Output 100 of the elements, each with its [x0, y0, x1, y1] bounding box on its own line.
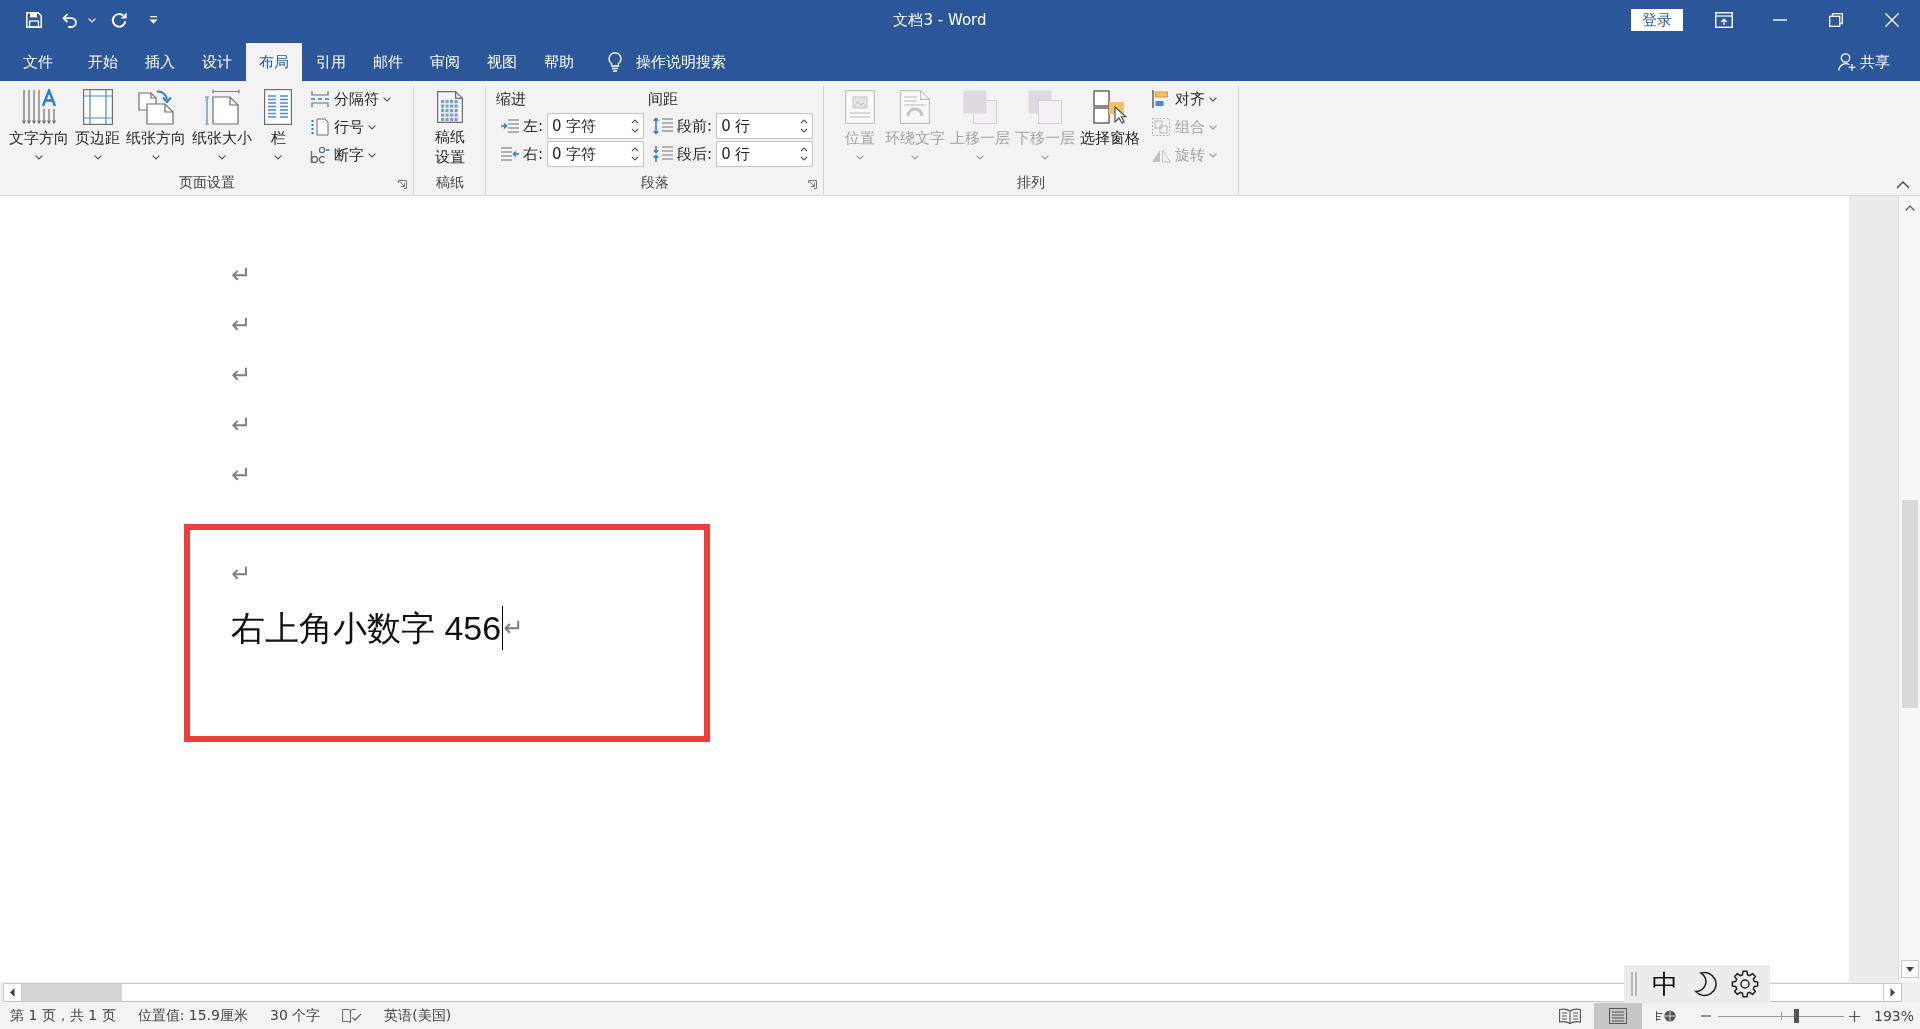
- caret-icon: [911, 155, 919, 160]
- grip-icon[interactable]: [1631, 972, 1637, 996]
- sign-in-button[interactable]: 登录: [1631, 9, 1683, 31]
- ribbon-tab[interactable]: 邮件: [360, 43, 416, 81]
- caret-icon: [1209, 152, 1217, 158]
- triangle-right-icon[interactable]: [1883, 983, 1902, 1002]
- input-mode-button[interactable]: 中: [1652, 969, 1678, 999]
- paragraph-mark: ↵: [231, 413, 252, 437]
- spin-arrows-icon[interactable]: [800, 117, 809, 135]
- section-heading: 缩进: [496, 89, 527, 110]
- page-arch-icon: [900, 90, 930, 124]
- triangle-left-icon[interactable]: [3, 983, 22, 1002]
- ribbon-tab[interactable]: 审阅: [417, 43, 473, 81]
- paragraph-mark: ↵: [231, 313, 252, 337]
- triangle-down-icon[interactable]: [1900, 960, 1919, 978]
- corner-arrow-icon[interactable]: [398, 180, 407, 189]
- book-check-icon[interactable]: [342, 1008, 363, 1024]
- pages-rotate-icon: [138, 89, 174, 125]
- spin-arrows-icon[interactable]: [800, 145, 809, 163]
- caret-icon: [274, 155, 282, 160]
- spin-arrows-icon[interactable]: [631, 117, 640, 135]
- chevron-up-icon[interactable]: [1904, 205, 1915, 211]
- caret-icon: [368, 124, 376, 130]
- ribbon-button[interactable]: 选择窗格: [1078, 86, 1142, 170]
- body-text: 右上角小数字 456: [231, 607, 502, 649]
- grid-document-icon: [436, 91, 463, 123]
- page-grid-icon: [82, 89, 113, 125]
- ribbon-button[interactable]: 纸张大小: [190, 86, 254, 170]
- tell-me-button[interactable]: 操作说明搜索: [608, 43, 726, 81]
- caret-icon: [1209, 96, 1217, 102]
- paragraph-mark: ↵: [503, 616, 524, 640]
- spacing-together-arrows-icon: [653, 145, 674, 163]
- numbered-page-icon: [311, 118, 329, 136]
- ribbon-tab[interactable]: 插入: [132, 43, 188, 81]
- caret-icon[interactable]: [88, 17, 96, 23]
- chevron-up-icon[interactable]: [1896, 181, 1910, 189]
- ribbon-tab[interactable]: 文件: [10, 43, 66, 81]
- field-label: 左:: [523, 116, 544, 136]
- caret-icon: [1041, 155, 1049, 160]
- status-text: 30 个字: [269, 1007, 321, 1025]
- plus-icon[interactable]: [1848, 1010, 1860, 1022]
- ribbon-tab[interactable]: 视图: [474, 43, 530, 81]
- dashed-square-icon: [1152, 118, 1170, 136]
- ribbon-button[interactable]: 对齐: [1151, 85, 1217, 113]
- spin-arrows-icon[interactable]: [631, 145, 640, 163]
- zoom-slider-thumb[interactable]: [1793, 1009, 1799, 1023]
- ribbon-button[interactable]: 行号: [310, 113, 391, 141]
- caret-icon: [976, 155, 984, 160]
- minus-icon[interactable]: [1700, 1015, 1711, 1017]
- page-lines-icon: [1608, 1008, 1627, 1024]
- indent-arrow-icon: [501, 119, 519, 133]
- spin-field[interactable]: 0 行: [716, 141, 814, 167]
- circular-arrow-icon[interactable]: [111, 12, 127, 28]
- ribbon-button[interactable]: 栏: [256, 86, 300, 170]
- ribbon-tab[interactable]: 设计: [189, 43, 245, 81]
- person-plus-icon: [1838, 53, 1856, 71]
- share-button[interactable]: 共享: [1838, 43, 1890, 81]
- restore-icon[interactable]: [1829, 13, 1843, 27]
- scrollbar-thumb[interactable]: [1901, 500, 1918, 708]
- ribbon-tab[interactable]: 引用: [303, 43, 359, 81]
- ribbon-button[interactable]: 页边距: [73, 86, 122, 170]
- view-button[interactable]: [1593, 1003, 1642, 1029]
- settings-icon[interactable]: [1731, 970, 1759, 998]
- ribbon-tab[interactable]: 帮助: [531, 43, 587, 81]
- spin-field[interactable]: 0 字符: [547, 141, 645, 167]
- ribbon-button[interactable]: 纸张方向: [124, 86, 188, 170]
- letter-arrows-icon: [21, 89, 57, 125]
- squares-cursor-icon: [1093, 90, 1127, 124]
- spacing-apart-arrows-icon: [653, 117, 674, 135]
- language-status[interactable]: 英语(美国): [384, 1007, 452, 1025]
- page-picture-icon: [845, 90, 875, 124]
- group-label: 排列: [1017, 174, 1045, 192]
- ribbon-tab[interactable]: 开始: [75, 43, 131, 81]
- ribbon-button[interactable]: 分隔符: [310, 85, 391, 113]
- triangles-icon: [1151, 147, 1171, 163]
- window-title: 文档3 - Word: [893, 10, 988, 30]
- globe-page-icon: [1655, 1010, 1676, 1022]
- corner-arrow-icon[interactable]: [808, 180, 817, 189]
- caret-icon: [93, 155, 102, 160]
- zoom-level[interactable]: 193%: [1873, 1008, 1914, 1024]
- close-icon[interactable]: [1885, 13, 1899, 27]
- spin-field[interactable]: 0 行: [716, 113, 814, 139]
- letters-hyphen-icon: [310, 146, 330, 164]
- field-label: 段前:: [677, 116, 713, 136]
- lightbulb-icon: [608, 52, 622, 72]
- spin-field[interactable]: 0 字符: [547, 113, 645, 139]
- field-label: 段后:: [677, 144, 713, 164]
- undo-icon[interactable]: [62, 12, 78, 28]
- page-columns-icon: [264, 89, 292, 125]
- caret-icon[interactable]: [149, 16, 158, 24]
- moon-icon[interactable]: [1692, 971, 1717, 997]
- caret-icon: [856, 155, 864, 160]
- paragraph-mark: ↵: [231, 463, 252, 487]
- back-square-icon: [1028, 90, 1062, 124]
- scrollbar-thumb[interactable]: [22, 984, 122, 1001]
- ribbon-button[interactable]: 稿纸 设置: [427, 86, 472, 170]
- ribbon-button[interactable]: 文字方向: [7, 86, 71, 170]
- page-break-icon: [311, 90, 329, 108]
- ribbon-tab[interactable]: 布局: [246, 43, 302, 81]
- ribbon-button[interactable]: 断字: [310, 141, 391, 169]
